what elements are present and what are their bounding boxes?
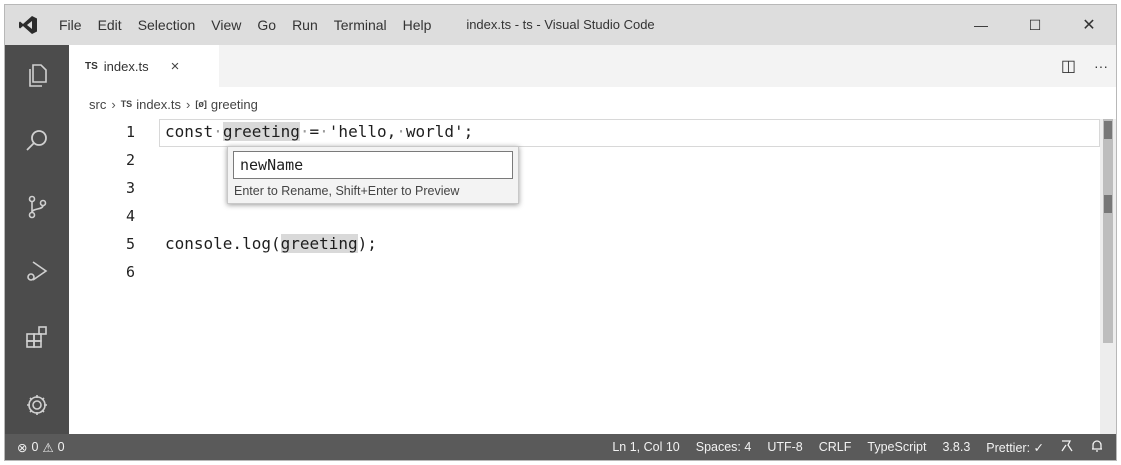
warning-icon: ⚠ — [42, 440, 54, 455]
line-number: 1 — [125, 123, 135, 141]
editor-tabs: TS index.ts × ◫ ··· — [69, 45, 1116, 87]
source-control-icon[interactable] — [5, 187, 69, 227]
rename-input[interactable] — [233, 151, 513, 179]
scrollbar-marker — [1104, 195, 1112, 213]
status-bar: ⊗ 0 ⚠ 0 Ln 1, Col 10 Spaces: 4 UTF-8 CRL… — [5, 434, 1116, 460]
line-number: 3 — [125, 179, 135, 197]
menu-help[interactable]: Help — [395, 5, 440, 45]
extensions-icon[interactable] — [5, 317, 69, 357]
line-number: 2 — [125, 151, 135, 169]
breadcrumb-file[interactable]: index.ts — [136, 97, 181, 112]
activity-bar — [5, 45, 69, 435]
error-count: 0 — [31, 440, 39, 454]
explorer-icon[interactable] — [5, 55, 69, 95]
menu-bar: File Edit Selection View Go Run Terminal… — [51, 5, 439, 45]
typescript-file-icon: TS — [120, 99, 133, 109]
window-controls: — ☐ ✕ — [954, 5, 1116, 45]
menu-run[interactable]: Run — [284, 5, 326, 45]
problems-indicator[interactable]: ⊗ 0 ⚠ 0 — [5, 440, 65, 455]
typescript-version[interactable]: 3.8.3 — [942, 440, 970, 454]
code-line-1: const·greeting·=·'hello,·world'; — [165, 122, 474, 141]
line-number: 5 — [125, 235, 135, 253]
call-console-log: console.log( — [165, 234, 281, 253]
breadcrumb-symbol[interactable]: greeting — [211, 97, 258, 112]
breadcrumb-separator-icon: › — [186, 96, 191, 112]
identifier-greeting: greeting — [222, 122, 300, 141]
warning-count: 0 — [57, 440, 65, 454]
string-literal: world'; — [405, 122, 474, 141]
notifications-bell-icon[interactable] — [1090, 439, 1104, 456]
vscode-logo-icon — [5, 5, 51, 45]
title-bar: File Edit Selection View Go Run Terminal… — [5, 5, 1116, 45]
typescript-file-icon: TS — [85, 60, 98, 72]
menu-file[interactable]: File — [51, 5, 90, 45]
vertical-scrollbar[interactable] — [1100, 119, 1116, 435]
error-icon: ⊗ — [17, 440, 28, 455]
scrollbar-marker — [1104, 121, 1112, 139]
more-actions-icon[interactable]: ··· — [1094, 58, 1108, 74]
prettier-status[interactable]: Prettier: ✓ — [986, 440, 1044, 455]
encoding[interactable]: UTF-8 — [767, 440, 802, 454]
identifier-greeting: greeting — [280, 234, 358, 253]
minimize-button[interactable]: — — [954, 5, 1008, 45]
operator-equals: = — [309, 122, 320, 141]
menu-selection[interactable]: Selection — [130, 5, 204, 45]
call-close: ); — [357, 234, 377, 253]
breadcrumb-separator-icon: › — [111, 96, 116, 112]
menu-go[interactable]: Go — [249, 5, 284, 45]
settings-gear-icon[interactable] — [5, 385, 69, 425]
vscode-window: File Edit Selection View Go Run Terminal… — [4, 4, 1117, 461]
line-number: 6 — [125, 263, 135, 281]
breadcrumb: src › TS index.ts › [ø] greeting — [89, 93, 258, 115]
indentation[interactable]: Spaces: 4 — [696, 440, 752, 454]
rename-hint: Enter to Rename, Shift+Enter to Preview — [234, 184, 460, 198]
cursor-position[interactable]: Ln 1, Col 10 — [612, 440, 679, 454]
string-literal: 'hello, — [328, 122, 397, 141]
menu-view[interactable]: View — [203, 5, 249, 45]
line-number: 4 — [125, 207, 135, 225]
menu-terminal[interactable]: Terminal — [326, 5, 395, 45]
tab-close-icon[interactable]: × — [171, 58, 180, 75]
menu-edit[interactable]: Edit — [90, 5, 130, 45]
tab-label: index.ts — [103, 58, 149, 74]
scrollbar-thumb[interactable] — [1103, 119, 1113, 343]
status-bar-right: Ln 1, Col 10 Spaces: 4 UTF-8 CRLF TypeSc… — [612, 434, 1104, 460]
rename-widget: Enter to Rename, Shift+Enter to Preview — [227, 146, 519, 204]
split-editor-icon[interactable]: ◫ — [1061, 56, 1076, 76]
maximize-button[interactable]: ☐ — [1008, 5, 1062, 45]
close-button[interactable]: ✕ — [1062, 5, 1116, 45]
end-of-line[interactable]: CRLF — [819, 440, 852, 454]
breadcrumb-folder[interactable]: src — [89, 97, 106, 112]
run-debug-icon[interactable] — [5, 251, 69, 291]
variable-symbol-icon: [ø] — [195, 99, 207, 109]
code-line-5: console.log(greeting); — [165, 234, 377, 253]
language-mode[interactable]: TypeScript — [867, 440, 926, 454]
search-icon[interactable] — [5, 121, 69, 161]
feedback-icon[interactable] — [1060, 439, 1074, 456]
keyword-const: const — [165, 122, 214, 141]
tab-index-ts[interactable]: TS index.ts × — [69, 45, 219, 87]
editor-actions: ◫ ··· — [1061, 45, 1108, 87]
